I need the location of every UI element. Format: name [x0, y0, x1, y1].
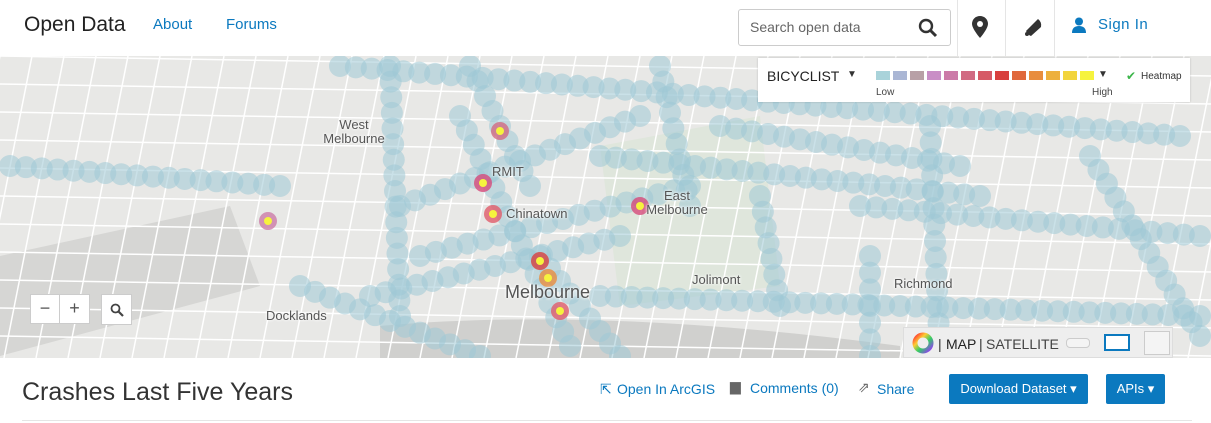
- apis-button[interactable]: APIs ▾: [1106, 374, 1165, 404]
- map-label-docklands: Docklands: [266, 308, 327, 323]
- legend-swatch: [927, 71, 941, 80]
- location-pin-icon[interactable]: [972, 16, 988, 38]
- comment-icon: ▆: [730, 378, 741, 394]
- external-link-icon: ⇱: [600, 381, 612, 397]
- user-icon: [1072, 17, 1086, 33]
- legend-swatch: [1012, 71, 1026, 80]
- download-dataset-button[interactable]: Download Dataset ▾: [949, 374, 1088, 404]
- brand-logo[interactable]: Open Data: [24, 13, 126, 37]
- legend-high-label: High: [1092, 87, 1113, 98]
- basemap-thumb-selected[interactable]: [1104, 334, 1130, 351]
- dataset-title: Crashes Last Five Years: [22, 378, 293, 406]
- ramp-chevron-down-icon[interactable]: ▼: [1098, 69, 1108, 80]
- nav-forums[interactable]: Forums: [226, 16, 277, 33]
- legend-low-label: Low: [876, 87, 895, 98]
- legend-swatch: [910, 71, 924, 80]
- legend-swatch: [944, 71, 958, 80]
- map-view[interactable]: West Melbourne RMIT Chinatown East Melbo…: [0, 56, 1211, 358]
- check-icon[interactable]: ✔: [1126, 69, 1136, 83]
- basemap-map-option[interactable]: MAP: [946, 336, 976, 352]
- map-label-chinatown: Chinatown: [506, 206, 568, 221]
- legend-swatch: [961, 71, 975, 80]
- basemap-thumb-gray[interactable]: [1144, 331, 1170, 355]
- heatmap-toggle-label[interactable]: Heatmap: [1141, 71, 1182, 82]
- zoom-out-button[interactable]: −: [31, 295, 60, 323]
- zoom-in-button[interactable]: +: [60, 295, 89, 323]
- map-label-west-melbourne: West Melbourne: [323, 117, 385, 146]
- heatmap-legend: BICYCLIST ▼ ▼ Low High ✔ Heatmap: [758, 58, 1190, 102]
- bell-icon[interactable]: [1022, 16, 1044, 38]
- legend-field-select[interactable]: BICYCLIST: [767, 68, 839, 84]
- divider: [22, 420, 1192, 421]
- map-label-jolimont: Jolimont: [692, 272, 741, 287]
- map-label-rmit: RMIT: [492, 164, 524, 179]
- search-input[interactable]: [750, 19, 910, 35]
- comments-link[interactable]: Comments (0): [750, 380, 839, 396]
- legend-swatch: [1063, 71, 1077, 80]
- legend-swatch: [1080, 71, 1094, 80]
- share-link[interactable]: Share: [877, 381, 914, 397]
- chevron-down-icon[interactable]: ▼: [847, 69, 857, 80]
- search-box: [738, 9, 951, 46]
- map-label-east-melbourne: East Melbourne: [646, 188, 708, 217]
- open-in-arcgis-link[interactable]: Open In ArcGIS: [617, 381, 715, 397]
- share-icon: ⇗: [858, 379, 870, 395]
- legend-swatch: [893, 71, 907, 80]
- search-icon: [110, 303, 124, 317]
- map-label-melbourne: Melbourne: [505, 282, 591, 302]
- legend-swatch: [995, 71, 1009, 80]
- basemap-thumb-light[interactable]: [1066, 338, 1090, 348]
- basemap-switcher: | MAP | SATELLITE: [903, 327, 1173, 358]
- search-icon[interactable]: [918, 18, 938, 38]
- sign-in-link[interactable]: Sign In: [1098, 16, 1148, 33]
- map-label-richmond: Richmond: [894, 276, 953, 291]
- nav-about[interactable]: About: [153, 16, 192, 33]
- map-search-button[interactable]: [101, 294, 132, 325]
- legend-swatch: [978, 71, 992, 80]
- zoom-controls: − +: [30, 294, 90, 324]
- legend-swatch: [1046, 71, 1060, 80]
- color-wheel-icon[interactable]: [912, 332, 934, 354]
- basemap-satellite-option[interactable]: SATELLITE: [986, 336, 1059, 352]
- header: Open Data About Forums Sign In: [0, 0, 1211, 56]
- legend-swatch: [1029, 71, 1043, 80]
- legend-swatch: [876, 71, 890, 80]
